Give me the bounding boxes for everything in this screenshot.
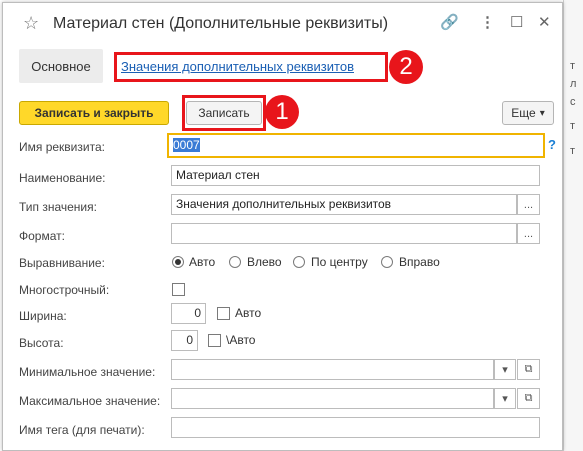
type-select-button[interactable]: ...: [517, 194, 540, 215]
min-open-icon[interactable]: ⧉: [517, 359, 540, 380]
width-input[interactable]: 0: [171, 303, 206, 324]
align-center-label: По центру: [311, 255, 368, 269]
format-label: Формат:: [19, 229, 65, 243]
height-auto-label: \Авто: [226, 333, 256, 347]
tag-name-input[interactable]: [171, 417, 540, 438]
tab-main[interactable]: Основное: [19, 49, 103, 83]
background-text: т: [570, 60, 576, 72]
align-right-radio[interactable]: [381, 256, 393, 268]
max-value-input[interactable]: [171, 388, 494, 409]
link-icon[interactable]: 🔗: [440, 13, 459, 31]
prop-name-input[interactable]: 0007: [167, 133, 545, 158]
type-label: Тип значения:: [19, 200, 97, 214]
min-dropdown-button[interactable]: ▾: [494, 359, 516, 380]
name-input[interactable]: Материал стен: [171, 165, 540, 186]
align-label: Выравнивание:: [19, 256, 105, 270]
step-badge-1: 1: [265, 95, 299, 129]
height-label: Высота:: [19, 336, 64, 350]
window-title: Материал стен (Дополнительные реквизиты): [53, 15, 389, 32]
tag-name-label: Имя тега (для печати):: [19, 423, 145, 437]
min-value-input[interactable]: [171, 359, 494, 380]
max-value-label: Максимальное значение:: [19, 394, 161, 408]
multiline-checkbox[interactable]: [172, 283, 185, 296]
more-button[interactable]: Еще ▾: [502, 101, 554, 125]
favorite-star-icon[interactable]: ☆: [23, 13, 39, 34]
prop-name-value: 0007: [173, 138, 200, 152]
type-input[interactable]: Значения дополнительных реквизитов: [171, 194, 517, 215]
form-navigation: Основное Значения дополнительных реквизи…: [3, 45, 562, 89]
height-input[interactable]: 0: [171, 330, 198, 351]
chevron-down-icon: ▾: [539, 107, 545, 119]
highlight-box-1: [182, 95, 266, 131]
background-text: т: [570, 120, 576, 132]
highlight-box-2: [114, 52, 388, 82]
prop-name-label: Имя реквизита:: [19, 140, 105, 154]
format-input[interactable]: [171, 223, 517, 244]
align-auto-radio[interactable]: [172, 256, 184, 268]
align-center-radio[interactable]: [293, 256, 305, 268]
maximize-icon[interactable]: ☐: [510, 13, 523, 31]
title-bar: ☆ Материал стен (Дополнительные реквизит…: [3, 3, 562, 43]
min-value-label: Минимальное значение:: [19, 365, 156, 379]
more-menu-icon[interactable]: ⋮: [480, 13, 495, 31]
width-label: Ширина:: [19, 309, 67, 323]
format-select-button[interactable]: ...: [517, 223, 540, 244]
align-auto-label: Авто: [189, 255, 216, 269]
width-auto-checkbox[interactable]: [217, 307, 230, 320]
multiline-label: Многострочный:: [19, 283, 110, 297]
height-auto-checkbox[interactable]: [208, 334, 221, 347]
align-left-label: Влево: [247, 255, 282, 269]
step-badge-2: 2: [389, 50, 423, 84]
more-label: Еще: [511, 106, 536, 120]
max-dropdown-button[interactable]: ▾: [494, 388, 516, 409]
align-right-label: Вправо: [399, 255, 440, 269]
background-text: л: [570, 78, 577, 90]
align-left-radio[interactable]: [229, 256, 241, 268]
name-label: Наименование:: [19, 171, 106, 185]
form-window: ☆ Материал стен (Дополнительные реквизит…: [2, 2, 563, 451]
background-text: с: [570, 96, 576, 108]
max-open-icon[interactable]: ⧉: [517, 388, 540, 409]
close-icon[interactable]: ✕: [538, 13, 551, 31]
background-window-edge: т л с т т: [563, 0, 583, 451]
help-icon[interactable]: ?: [548, 137, 556, 152]
save-and-close-button[interactable]: Записать и закрыть: [19, 101, 169, 125]
background-text: т: [570, 145, 576, 157]
width-auto-label: Авто: [235, 306, 262, 320]
